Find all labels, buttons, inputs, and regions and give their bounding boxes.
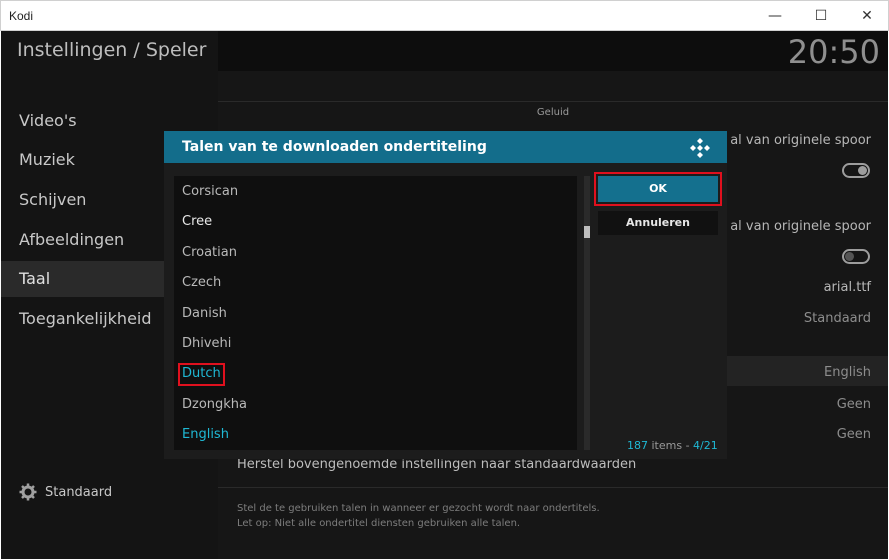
maximize-icon: ☐ xyxy=(814,8,828,24)
language-list: Corsican Cree Croatian Czech Danish Dhiv… xyxy=(174,176,577,450)
section-heading: Geluid xyxy=(536,107,570,118)
maximize-button[interactable]: ☐ xyxy=(798,1,844,31)
list-scrollbar[interactable] xyxy=(584,176,590,450)
minimize-button[interactable]: — xyxy=(752,1,798,31)
minimize-icon: — xyxy=(768,8,782,24)
kodi-app: Instellingen / Speler Video's Muziek Sch… xyxy=(1,31,888,559)
reset-settings-link[interactable]: Herstel bovengenoemde instellingen naar … xyxy=(237,457,636,472)
scrollbar-thumb[interactable] xyxy=(584,226,590,238)
list-item[interactable]: Czech xyxy=(182,275,221,290)
cancel-button[interactable]: Annuleren xyxy=(598,211,718,235)
highlight-box-ok xyxy=(594,172,722,206)
toggle-knob xyxy=(858,166,867,175)
list-item[interactable]: Cree xyxy=(182,214,212,229)
sidebar-item-label: Toegankelijkheid xyxy=(19,309,152,328)
clock: 20:50 xyxy=(787,33,880,71)
list-item[interactable]: Dhivehi xyxy=(182,336,231,351)
kodi-logo-icon xyxy=(690,138,710,158)
list-item[interactable]: Corsican xyxy=(182,184,238,199)
dialog-title: Talen van te downloaden ondertiteling xyxy=(182,139,487,155)
subtitle-language-dialog: Talen van te downloaden ondertiteling Co… xyxy=(164,131,727,459)
list-item[interactable]: Danish xyxy=(182,306,227,321)
list-item[interactable]: Croatian xyxy=(182,245,237,260)
sidebar-item-label: Muziek xyxy=(19,150,75,169)
toggle-knob xyxy=(845,252,854,261)
item-counter: 187 items - 4/21 xyxy=(627,439,718,452)
sidebar-item-label: Video's xyxy=(19,111,77,130)
hint-line-2: Let op: Niet alle ondertitel diensten ge… xyxy=(237,518,521,529)
list-item[interactable]: Dzongkha xyxy=(182,397,247,412)
dialog-header: Talen van te downloaden ondertiteling xyxy=(164,131,727,163)
settings-level-label: Standaard xyxy=(45,484,113,500)
window-title: Kodi xyxy=(9,9,34,23)
sidebar-item-label: Afbeeldingen xyxy=(19,230,125,249)
hint-line-1: Stel de te gebruiken talen in wanneer er… xyxy=(237,503,600,514)
window-titlebar: Kodi — ☐ ✕ xyxy=(0,0,889,31)
close-button[interactable]: ✕ xyxy=(844,1,889,31)
item-count: 187 xyxy=(627,439,648,452)
page-indicator: 4/21 xyxy=(693,439,718,452)
sidebar-item-label: Schijven xyxy=(19,190,87,209)
highlight-box-dutch xyxy=(178,363,225,386)
divider xyxy=(218,487,888,488)
toggle-switch-on[interactable] xyxy=(842,163,870,178)
gear-icon xyxy=(19,483,37,501)
close-icon: ✕ xyxy=(861,8,873,24)
item-count-suffix: items - xyxy=(648,439,694,452)
list-item[interactable]: English xyxy=(182,427,229,442)
sidebar-item-label: Taal xyxy=(19,269,51,288)
toggle-switch-off[interactable] xyxy=(842,249,870,264)
page-title: Instellingen / Speler xyxy=(17,39,207,61)
settings-level-button[interactable]: Standaard xyxy=(19,483,112,501)
divider xyxy=(218,101,888,102)
